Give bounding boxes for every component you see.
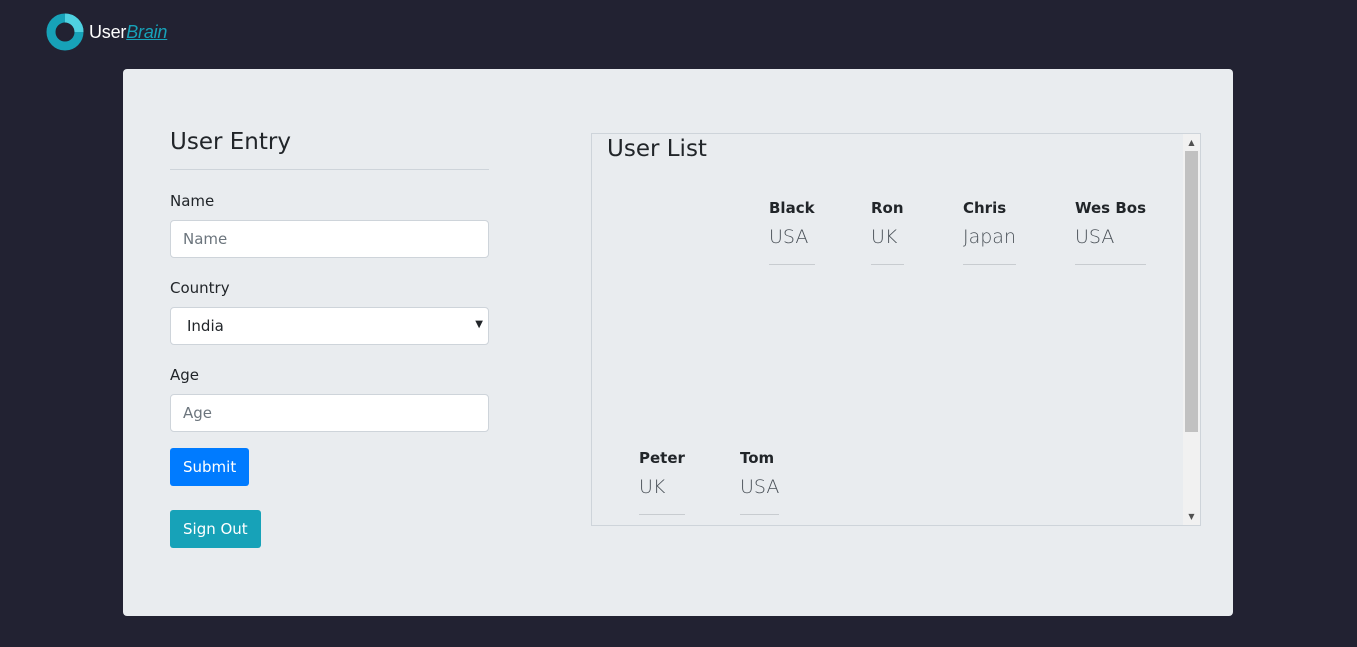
age-input[interactable] xyxy=(170,394,489,432)
user-country: Japan xyxy=(963,226,1016,265)
logo-text-user: User xyxy=(89,21,127,42)
user-country: USA xyxy=(1075,226,1147,265)
user-list-scrollbar[interactable]: ▲ ▼ xyxy=(1183,134,1200,525)
user-country: USA xyxy=(740,476,780,515)
user-name: Peter xyxy=(639,449,685,467)
user-name: Wes Bos xyxy=(1075,199,1147,217)
scroll-up-arrow-icon[interactable]: ▲ xyxy=(1183,134,1200,151)
scrollbar-thumb[interactable] xyxy=(1185,151,1198,432)
app-logo[interactable]: UserBrain xyxy=(45,12,167,52)
user-name: Ron xyxy=(871,199,904,217)
user-card: Chris Japan xyxy=(963,199,1016,265)
country-select[interactable]: India ▼ xyxy=(170,307,489,345)
logo-text-brain[interactable]: Brain xyxy=(126,22,167,42)
scroll-down-arrow-icon[interactable]: ▼ xyxy=(1183,508,1200,525)
user-card: Peter UK xyxy=(639,449,685,515)
submit-button[interactable]: Submit xyxy=(170,448,250,486)
user-name: Chris xyxy=(963,199,1007,217)
user-country: UK xyxy=(639,476,685,515)
user-list-title: User List xyxy=(607,136,707,162)
user-name: Tom xyxy=(740,449,775,467)
sign-out-button[interactable]: Sign Out xyxy=(170,510,261,548)
user-card: Ron UK xyxy=(871,199,904,265)
user-entry-title: User Entry xyxy=(170,129,489,170)
caret-down-icon: ▼ xyxy=(475,319,483,330)
user-name: Black xyxy=(769,199,815,217)
user-entry-form: User Entry Name Country India ▼ Age Subm… xyxy=(170,129,489,548)
age-label: Age xyxy=(170,366,200,384)
logo-text: UserBrain xyxy=(89,22,167,43)
user-list-panel[interactable]: User List Black USA Ron UK Chris Japan W… xyxy=(591,133,1201,526)
user-country: UK xyxy=(871,226,904,265)
name-label: Name xyxy=(170,192,215,210)
main-panel: User Entry Name Country India ▼ Age Subm… xyxy=(123,69,1233,616)
user-card: Black USA xyxy=(769,199,815,265)
name-input[interactable] xyxy=(170,220,489,258)
country-label: Country xyxy=(170,279,230,297)
user-country: USA xyxy=(769,226,815,265)
user-card: Wes Bos USA xyxy=(1075,199,1147,265)
user-card: Tom USA xyxy=(740,449,780,515)
country-selected-value: India xyxy=(187,317,224,335)
userbrain-logo-icon xyxy=(46,13,84,51)
